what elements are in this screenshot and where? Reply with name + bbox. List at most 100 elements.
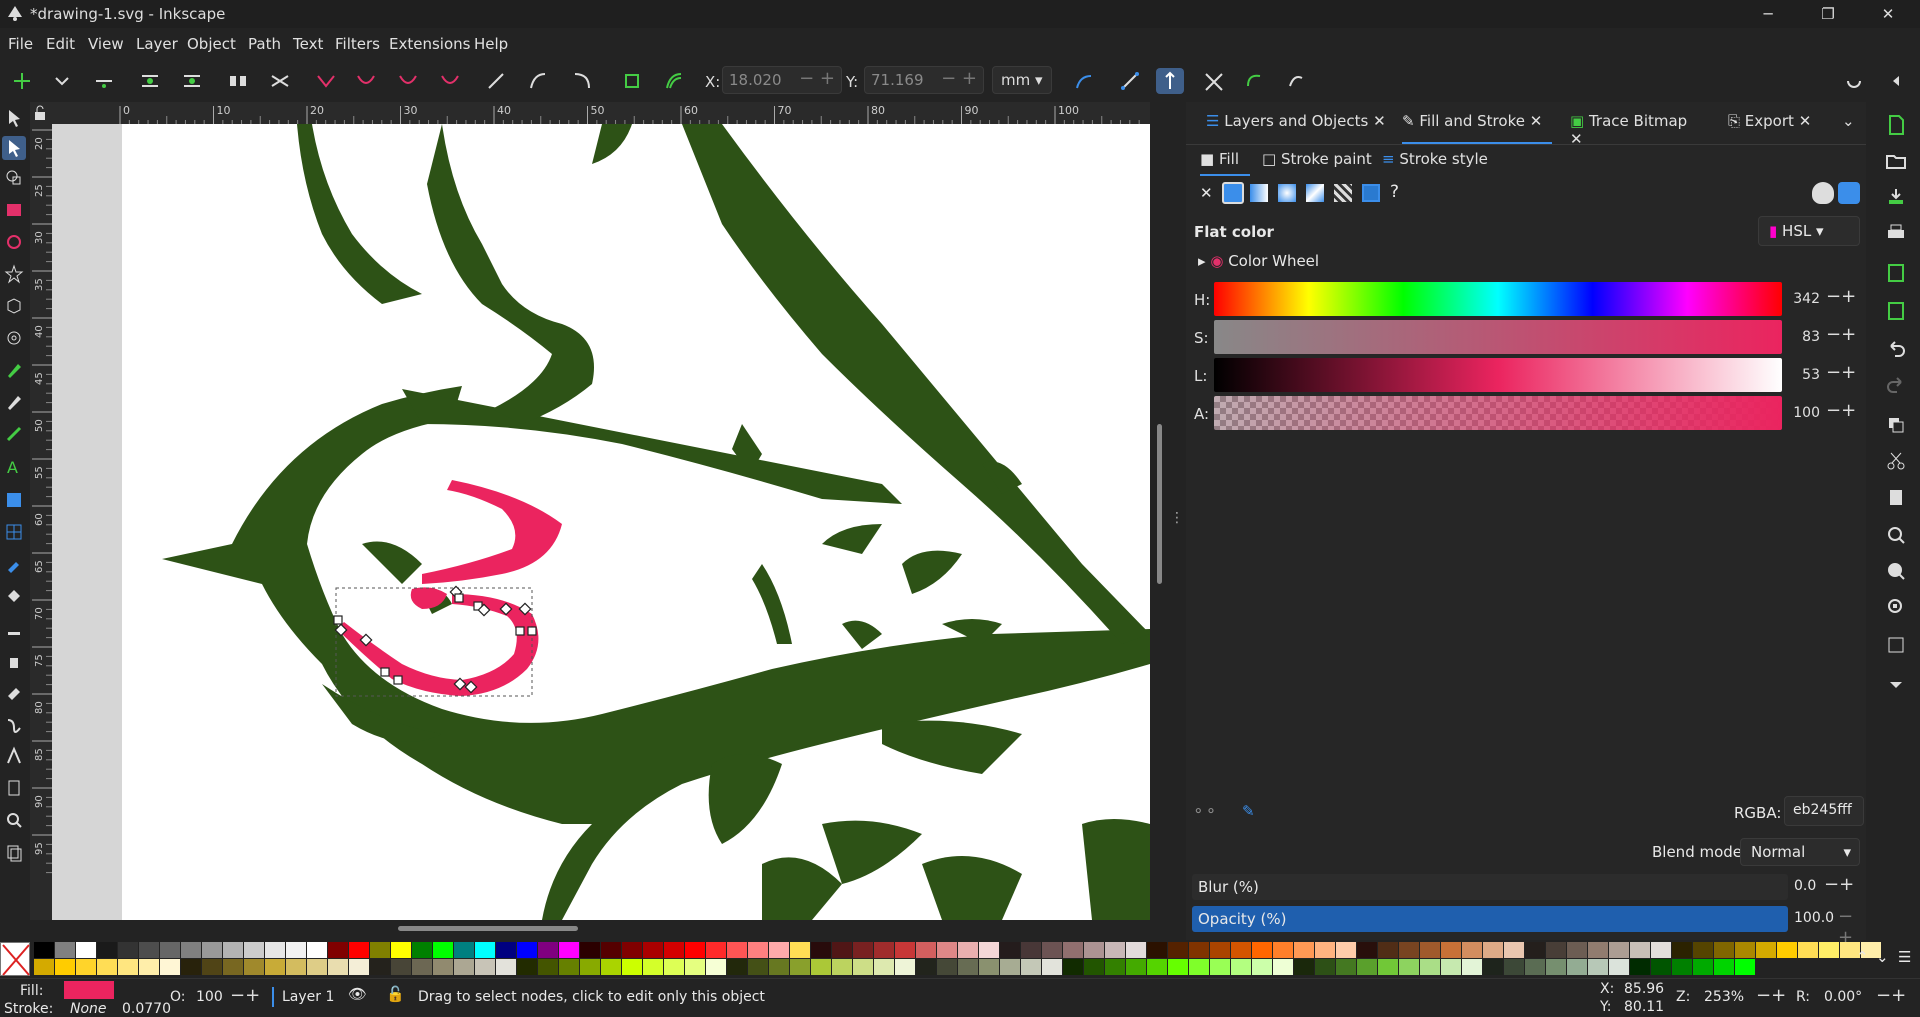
- color-swatch[interactable]: [1420, 959, 1440, 975]
- color-swatch[interactable]: [1420, 942, 1440, 958]
- color-swatch[interactable]: [1672, 942, 1692, 958]
- chevron-down-icon[interactable]: ⌄: [1842, 112, 1855, 130]
- color-swatch[interactable]: [433, 959, 453, 975]
- color-swatch[interactable]: [1231, 942, 1251, 958]
- color-swatch[interactable]: [727, 942, 747, 958]
- color-swatch[interactable]: [1210, 959, 1230, 975]
- current-layer[interactable]: Layer 1: [282, 989, 334, 1005]
- opacity-stepper[interactable]: −+: [230, 985, 260, 1006]
- linear-gradient-icon[interactable]: [1250, 184, 1268, 202]
- paste-icon[interactable]: [1883, 484, 1909, 510]
- x-coordinate-input[interactable]: 18.020 − +: [722, 66, 842, 94]
- maximize-button[interactable]: ❐: [1806, 2, 1850, 26]
- radial-gradient-icon[interactable]: [1278, 184, 1296, 202]
- color-swatch[interactable]: [958, 942, 978, 958]
- unit-select[interactable]: mm ▾: [992, 66, 1052, 94]
- lpe-tool-icon[interactable]: [2, 744, 26, 768]
- color-swatch[interactable]: [412, 959, 432, 975]
- pencil-tool-icon[interactable]: [2, 390, 26, 414]
- color-swatch[interactable]: [1588, 959, 1608, 975]
- zoom-selection-icon[interactable]: [1883, 522, 1909, 548]
- zoom-tool-icon[interactable]: [2, 808, 26, 832]
- y-stepper[interactable]: − +: [941, 68, 977, 89]
- color-swatch[interactable]: [475, 959, 495, 975]
- stroke-width[interactable]: 0.0770: [122, 1001, 171, 1017]
- show-outline-icon[interactable]: [1116, 68, 1144, 94]
- undo-icon[interactable]: [1883, 336, 1909, 362]
- color-swatch[interactable]: [685, 959, 705, 975]
- color-swatch[interactable]: [55, 959, 75, 975]
- menu-help[interactable]: Help: [474, 35, 508, 53]
- color-swatch[interactable]: [1105, 942, 1125, 958]
- menu-filters[interactable]: Filters: [335, 35, 380, 53]
- menu-edit[interactable]: Edit: [46, 35, 75, 53]
- color-swatch[interactable]: [1315, 942, 1335, 958]
- color-swatch[interactable]: [97, 959, 117, 975]
- scroll-thumb[interactable]: [1157, 424, 1162, 584]
- color-swatch[interactable]: [1105, 959, 1125, 975]
- saturation-stepper[interactable]: −+: [1826, 324, 1856, 345]
- color-picker-icon[interactable]: ✎: [1242, 802, 1255, 820]
- color-swatch[interactable]: [853, 959, 873, 975]
- color-swatch[interactable]: [1798, 942, 1818, 958]
- no-color-swatch[interactable]: [0, 942, 30, 976]
- lightness-value[interactable]: 53: [1790, 367, 1820, 383]
- color-swatch[interactable]: [1504, 942, 1524, 958]
- node-tool-icon[interactable]: [2, 136, 26, 160]
- tab-fill-stroke[interactable]: ✎ Fill and Stroke ✕: [1402, 112, 1552, 144]
- color-swatch[interactable]: [1714, 942, 1734, 958]
- vertical-scrollbar[interactable]: [1150, 124, 1168, 920]
- color-swatch[interactable]: [1378, 942, 1398, 958]
- close-icon[interactable]: ✕: [1570, 130, 1583, 148]
- color-swatch[interactable]: [979, 959, 999, 975]
- color-swatch[interactable]: [1567, 959, 1587, 975]
- color-swatch[interactable]: [559, 959, 579, 975]
- tweak-tool-icon[interactable]: [2, 616, 26, 640]
- blend-mode-select[interactable]: Normal ▾: [1740, 838, 1860, 866]
- color-swatch[interactable]: [1651, 959, 1671, 975]
- no-paint-icon[interactable]: ✕: [1200, 184, 1213, 202]
- color-swatch[interactable]: [1462, 942, 1482, 958]
- color-swatch[interactable]: [118, 942, 138, 958]
- color-swatch[interactable]: [370, 942, 390, 958]
- blur-stepper[interactable]: −+: [1824, 874, 1854, 895]
- color-swatch[interactable]: [916, 942, 936, 958]
- color-swatch[interactable]: [664, 959, 684, 975]
- opacity-value[interactable]: 100: [196, 989, 223, 1005]
- color-swatch[interactable]: [139, 959, 159, 975]
- color-swatch[interactable]: [1294, 959, 1314, 975]
- copy-icon[interactable]: [1883, 412, 1909, 438]
- join-nodes-icon[interactable]: [136, 68, 164, 94]
- color-swatch[interactable]: [1756, 942, 1776, 958]
- color-swatch[interactable]: [139, 942, 159, 958]
- color-swatch[interactable]: [1252, 959, 1272, 975]
- color-swatch[interactable]: [538, 959, 558, 975]
- color-swatch[interactable]: [1609, 959, 1629, 975]
- shape-builder-icon[interactable]: [2, 166, 26, 190]
- palette-scroll-up-icon[interactable]: ⌃: [1856, 948, 1869, 966]
- color-swatch[interactable]: [643, 959, 663, 975]
- color-swatch[interactable]: [1588, 942, 1608, 958]
- swatch-icon[interactable]: [1362, 184, 1380, 202]
- color-swatch[interactable]: [706, 942, 726, 958]
- panel-resize-handle[interactable]: ⋮: [1170, 510, 1184, 530]
- x-stepper[interactable]: − +: [799, 68, 835, 89]
- color-swatch[interactable]: [769, 942, 789, 958]
- join-segment-icon[interactable]: [224, 68, 252, 94]
- fill-evenodd-icon[interactable]: [1812, 182, 1834, 204]
- color-swatch[interactable]: [1168, 942, 1188, 958]
- subtab-fill[interactable]: ■ Fill: [1200, 150, 1250, 176]
- color-swatch[interactable]: [391, 959, 411, 975]
- color-swatch[interactable]: [748, 942, 768, 958]
- color-swatch[interactable]: [1483, 959, 1503, 975]
- color-swatch[interactable]: [769, 959, 789, 975]
- vertical-ruler[interactable]: 20 25 30 35 40 45 50 55 60 65 70 75 80 85 90 95: [30, 124, 52, 920]
- color-swatch[interactable]: [1084, 959, 1104, 975]
- color-swatch[interactable]: [1315, 959, 1335, 975]
- drawing-artwork[interactable]: [122, 124, 1150, 920]
- color-swatch[interactable]: [1714, 959, 1734, 975]
- rotation-value[interactable]: 0.00°: [1824, 989, 1862, 1005]
- color-swatch[interactable]: [580, 959, 600, 975]
- color-swatch[interactable]: [1168, 959, 1188, 975]
- color-swatch[interactable]: [496, 959, 516, 975]
